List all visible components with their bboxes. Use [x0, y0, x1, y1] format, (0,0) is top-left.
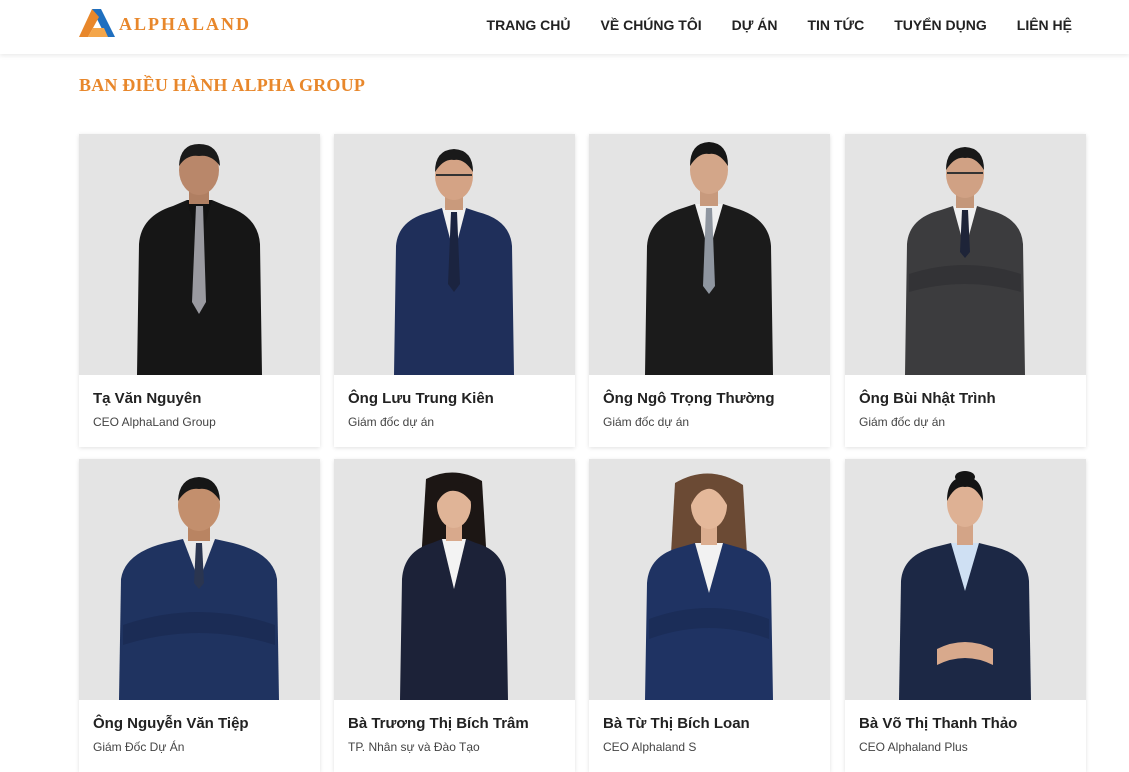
member-name: Ông Ngô Trọng Thường: [603, 390, 775, 407]
member-role: Giám đốc dự án: [859, 415, 946, 429]
member-name: Tạ Văn Nguyên: [93, 390, 202, 407]
main-nav: TRANG CHỦ VỀ CHÚNG TÔI DỰ ÁN TIN TỨC TUY…: [457, 0, 1072, 50]
member-role: CEO Alphaland S: [603, 740, 697, 754]
member-role: Giám Đốc Dự Án: [93, 740, 185, 754]
member-card[interactable]: Bà Từ Thị Bích Loan CEO Alphaland S: [589, 459, 830, 772]
section-title: BAN ĐIỀU HÀNH ALPHA GROUP: [79, 75, 366, 95]
member-photo: [334, 459, 575, 700]
member-name: Ông Bùi Nhật Trình: [859, 390, 996, 407]
member-card[interactable]: Ông Bùi Nhật Trình Giám đốc dự án: [845, 134, 1086, 447]
member-card[interactable]: Ông Lưu Trung Kiên Giám đốc dự án: [334, 134, 575, 447]
member-card[interactable]: Bà Trương Thị Bích Trâm TP. Nhân sự và Đ…: [334, 459, 575, 772]
member-photo: [845, 134, 1086, 375]
alphaland-logo[interactable]: ALPHALAND: [79, 9, 251, 39]
nav-lien-he[interactable]: LIÊN HỆ: [1017, 17, 1072, 33]
member-card[interactable]: Tạ Văn Nguyên CEO AlphaLand Group: [79, 134, 320, 447]
nav-ve-chung-toi[interactable]: VỀ CHÚNG TÔI: [601, 17, 702, 33]
nav-trang-chu[interactable]: TRANG CHỦ: [487, 17, 571, 33]
member-photo: [79, 134, 320, 375]
member-role: Giám đốc dự án: [603, 415, 690, 429]
member-name: Bà Võ Thị Thanh Thảo: [859, 715, 1018, 732]
member-name: Bà Trương Thị Bích Trâm: [348, 715, 529, 732]
member-photo: [589, 134, 830, 375]
nav-du-an[interactable]: DỰ ÁN: [732, 17, 778, 33]
member-role: CEO Alphaland Plus: [859, 740, 968, 754]
member-role: CEO AlphaLand Group: [93, 415, 216, 429]
member-role: Giám đốc dự án: [348, 415, 435, 429]
nav-tin-tuc[interactable]: TIN TỨC: [807, 17, 864, 33]
member-photo: [845, 459, 1086, 700]
member-card[interactable]: Ông Nguyễn Văn Tiệp Giám Đốc Dự Án: [79, 459, 320, 772]
nav-tuyen-dung[interactable]: TUYỂN DỤNG: [894, 17, 987, 33]
alphaland-logo-icon: [79, 9, 115, 37]
member-name: Ông Lưu Trung Kiên: [348, 390, 494, 407]
member-name: Ông Nguyễn Văn Tiệp: [93, 715, 249, 732]
member-name: Bà Từ Thị Bích Loan: [603, 715, 750, 732]
member-photo: [589, 459, 830, 700]
logo-text: ALPHALAND: [119, 13, 252, 34]
member-card[interactable]: Bà Võ Thị Thanh Thảo CEO Alphaland Plus: [845, 459, 1086, 772]
member-role: TP. Nhân sự và Đào Tạo: [348, 740, 480, 754]
site-header: ALPHALAND TRANG CHỦ VỀ CHÚNG TÔI DỰ ÁN T…: [0, 0, 1129, 54]
member-photo: [79, 459, 320, 700]
member-photo: [334, 134, 575, 375]
member-card[interactable]: Ông Ngô Trọng Thường Giám đốc dự án: [589, 134, 830, 447]
